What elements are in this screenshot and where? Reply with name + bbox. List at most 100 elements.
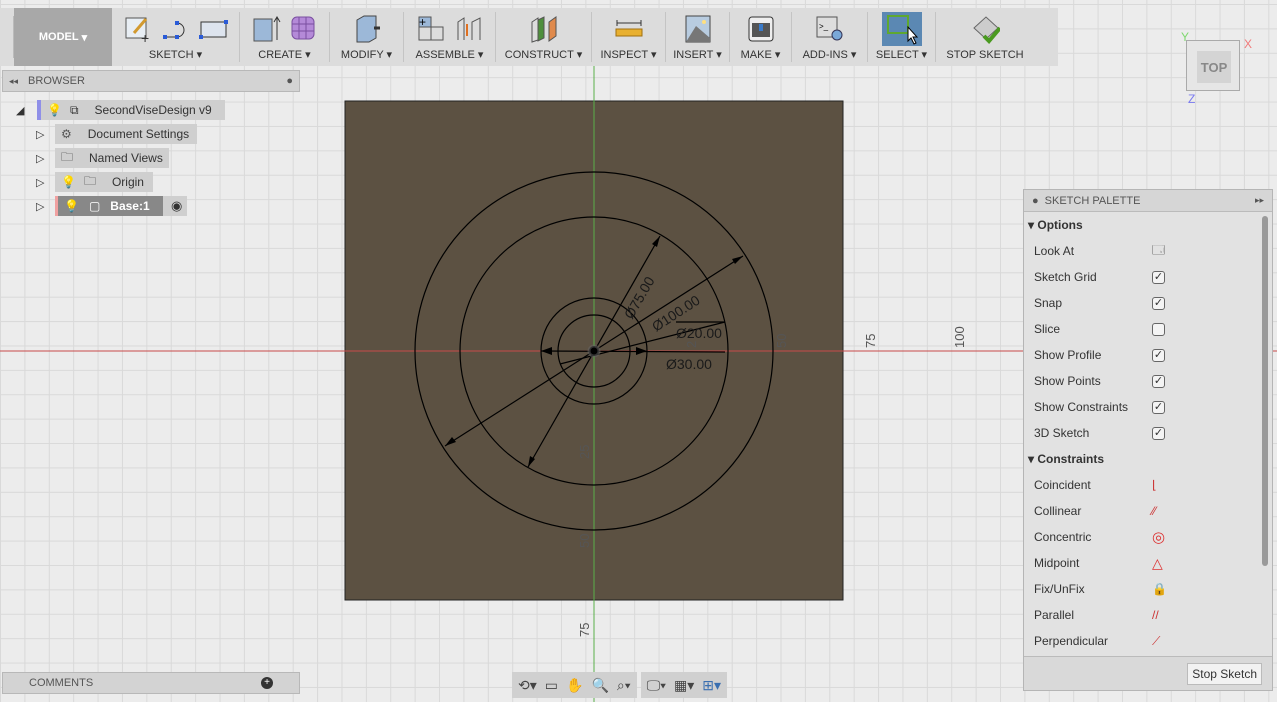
pan-hand-icon[interactable]: ✋ [566, 677, 583, 694]
insert-group[interactable]: INSERT ▾ [666, 12, 730, 62]
constraint-coincident[interactable]: Coincident ⌊ [1024, 472, 1272, 498]
form-icon[interactable] [289, 14, 319, 44]
option-slice[interactable]: Slice [1024, 316, 1272, 342]
option-look-at[interactable]: Look At 🗔 [1024, 238, 1272, 264]
create-group[interactable]: CREATE ▾ [240, 12, 330, 62]
view-cube-top-face[interactable]: TOP [1197, 51, 1231, 83]
constraint-parallel[interactable]: Parallel// [1024, 602, 1272, 628]
viewports-icon[interactable]: ⊞▾ [702, 677, 721, 694]
press-pull-icon[interactable] [352, 14, 382, 44]
option-show-constraints[interactable]: Show Constraints ✓ [1024, 394, 1272, 420]
3d-print-icon[interactable] [746, 14, 776, 44]
insert-image-icon[interactable] [683, 14, 713, 44]
expand-palette-icon[interactable]: ▸▸ [1255, 195, 1264, 206]
expand-triangle-icon[interactable]: ▷ [36, 176, 44, 189]
assemble-group[interactable]: + ASSEMBLE ▾ [404, 12, 496, 62]
add-ins-menu[interactable]: ADD-INS ▾ [803, 48, 857, 62]
lightbulb-off-icon[interactable]: 💡 [61, 175, 76, 189]
concentric-icon[interactable]: ◎ [1152, 528, 1165, 546]
modify-menu[interactable]: MODIFY ▾ [341, 48, 392, 62]
lock-icon[interactable]: 🔒 [1152, 582, 1167, 596]
modify-group[interactable]: MODIFY ▾ [330, 12, 404, 62]
collapse-browser-icon[interactable]: ◂◂ [9, 76, 18, 87]
dim-20-label[interactable]: Ø20.00 [676, 325, 722, 341]
stop-sketch-icon[interactable] [970, 14, 1000, 44]
joint-icon[interactable] [454, 14, 484, 44]
expand-triangle-icon[interactable]: ▷ [36, 152, 44, 165]
new-component-icon[interactable]: + [416, 14, 446, 44]
insert-menu[interactable]: INSERT ▾ [673, 48, 722, 62]
option-sketch-grid[interactable]: Sketch Grid ✓ [1024, 264, 1272, 290]
collinear-icon[interactable]: ⁄⁄ [1152, 504, 1156, 518]
rectangle-icon[interactable] [198, 14, 229, 44]
dim-30-label[interactable]: Ø30.00 [666, 356, 712, 372]
extrude-icon[interactable] [251, 14, 281, 44]
stop-sketch-group[interactable]: STOP SKETCH [936, 12, 1034, 62]
constraint-midpoint[interactable]: Midpoint △ [1024, 550, 1272, 576]
perpendicular-icon[interactable]: ⟋ [1152, 634, 1160, 649]
make-group[interactable]: MAKE ▾ [730, 12, 792, 62]
assemble-menu[interactable]: ASSEMBLE ▾ [416, 48, 484, 62]
construct-menu[interactable]: CONSTRUCT ▾ [505, 48, 582, 62]
sketch-group[interactable]: + SKETCH ▾ [112, 12, 240, 62]
sketch-palette-header[interactable]: ● SKETCH PALETTE ▸▸ [1024, 190, 1272, 212]
snap-checkbox[interactable]: ✓ [1152, 296, 1165, 310]
constraint-perpendicular[interactable]: Perpendicular ⟋ [1024, 628, 1272, 654]
sketch-grid-checkbox[interactable]: ✓ [1152, 270, 1165, 284]
show-constraints-checkbox[interactable]: ✓ [1152, 400, 1165, 414]
create-menu[interactable]: CREATE ▾ [258, 48, 310, 62]
scripts-icon[interactable]: >_ [815, 14, 845, 44]
stop-sketch-button[interactable]: Stop Sketch [1187, 663, 1262, 685]
lightbulb-icon[interactable]: 💡 [47, 103, 62, 117]
sketch-menu[interactable]: SKETCH ▾ [149, 48, 202, 62]
option-snap[interactable]: Snap ✓ [1024, 290, 1272, 316]
collapse-triangle-icon[interactable]: ◢ [16, 104, 24, 117]
select-icon[interactable] [881, 12, 922, 46]
toolbar-grip[interactable] [0, 16, 14, 58]
constraint-concentric[interactable]: Concentric ◎ [1024, 524, 1272, 550]
options-section-header[interactable]: ▾ Options [1024, 212, 1272, 238]
workspace-switcher[interactable]: MODEL ▾ [14, 8, 112, 66]
make-menu[interactable]: MAKE ▾ [741, 48, 781, 62]
expand-triangle-icon[interactable]: ▷ [36, 128, 44, 141]
browser-item-root-pill[interactable]: 💡 ⧉ SecondViseDesign v9 [37, 100, 225, 120]
browser-item-pill[interactable]: 💡 ▢ Base:1 ◉ [55, 196, 187, 216]
browser-item-pill[interactable]: 💡 🗀 Origin [55, 172, 153, 192]
select-menu[interactable]: SELECT ▾ [876, 48, 927, 62]
look-at-icon[interactable]: 🗔 [1152, 241, 1165, 262]
comments-panel-header[interactable]: COMMENTS + [2, 672, 300, 694]
browser-item-named-views[interactable]: ▷ 🗀 Named Views [36, 148, 169, 168]
browser-item-document-settings[interactable]: ▷ ⚙ Document Settings [36, 124, 197, 144]
browser-item-base[interactable]: ▷ 💡 ▢ Base:1 ◉ [36, 196, 187, 216]
constraints-section-header[interactable]: ▾ Constraints [1024, 446, 1272, 472]
browser-panel-header[interactable]: ◂◂ BROWSER ● [2, 70, 300, 92]
measure-icon[interactable] [614, 14, 644, 44]
add-ins-group[interactable]: >_ ADD-INS ▾ [792, 12, 868, 62]
construct-group[interactable]: CONSTRUCT ▾ [496, 12, 592, 62]
palette-scrollbar[interactable] [1262, 216, 1268, 566]
grid-settings-icon[interactable]: ▦▾ [674, 677, 694, 694]
zoom-icon[interactable]: 🔍 [591, 677, 608, 694]
option-3d-sketch[interactable]: 3D Sketch ✓ [1024, 420, 1272, 446]
expand-triangle-icon[interactable]: ▷ [36, 200, 44, 213]
constraint-collinear[interactable]: Collinear ⁄⁄ [1024, 498, 1272, 524]
fit-zoom-icon[interactable]: ⌕▾ [617, 677, 631, 694]
coincident-icon[interactable]: ⌊ [1152, 478, 1157, 492]
minimize-palette-icon[interactable]: ● [1032, 195, 1039, 207]
add-comment-icon[interactable]: + [261, 677, 273, 689]
option-show-points[interactable]: Show Points ✓ [1024, 368, 1272, 394]
display-settings-icon[interactable]: 🖵▾ [647, 677, 666, 694]
offset-plane-icon[interactable] [529, 14, 559, 44]
stop-sketch-label[interactable]: STOP SKETCH [946, 49, 1023, 62]
3d-sketch-checkbox[interactable]: ✓ [1152, 426, 1165, 440]
inspect-group[interactable]: INSPECT ▾ [592, 12, 666, 62]
slice-checkbox[interactable] [1152, 322, 1165, 336]
spline-icon[interactable] [161, 14, 191, 44]
orbit-icon[interactable]: ⟲▾ [518, 677, 537, 694]
select-group[interactable]: SELECT ▾ [868, 12, 936, 62]
view-cube[interactable]: TOP [1186, 40, 1240, 91]
browser-item-root[interactable]: ◢ 💡 ⧉ SecondViseDesign v9 [16, 100, 225, 120]
option-show-profile[interactable]: Show Profile ✓ [1024, 342, 1272, 368]
inspect-menu[interactable]: INSPECT ▾ [600, 48, 656, 62]
midpoint-icon[interactable]: △ [1152, 555, 1163, 572]
